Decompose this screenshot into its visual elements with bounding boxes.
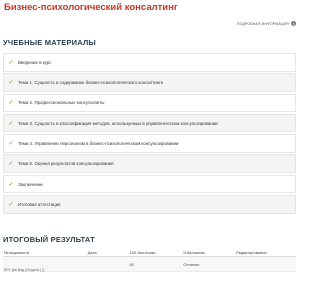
page-title: Бизнес-психологический консалтинг — [4, 2, 178, 13]
page-header: Бизнес-психологический консалтинг ПОДРОБ… — [0, 0, 300, 30]
more-info-link[interactable]: ПОДРОБНАЯ ИНФОРМАЦИЯ i — [237, 21, 296, 26]
material-item-conclusion[interactable]: ✓ Заключение — [3, 174, 296, 194]
materials-section-title: УЧЕБНЫЕ МАТЕРИАЛЫ — [3, 38, 96, 47]
check-icon: ✓ — [8, 80, 14, 87]
check-icon: ✓ — [8, 161, 14, 168]
materials-list: ✓ Введение в курс ✓ Тема 1. Сущность и с… — [3, 53, 296, 215]
more-info-label: ПОДРОБНАЯ ИНФОРМАЦИЯ — [236, 21, 289, 26]
table-cell-score-5: Отлично — [183, 261, 200, 267]
material-item-label: Тема 2. Профессиональные консультанты — [18, 100, 105, 106]
table-cell-score-100: 92 — [129, 261, 135, 267]
material-item-label: Введение в курс — [18, 59, 52, 65]
column-header: № ведомости — [4, 250, 30, 255]
material-item-topic-5[interactable]: ✓ Тема 5. Оценка результатов консультиро… — [3, 154, 296, 173]
material-item-label: Тема 3. Сущность и классификация методов… — [18, 120, 218, 126]
column-header: Редактирование — [236, 250, 267, 255]
material-item-topic-1[interactable]: ✓ Тема 1. Сущность и содержание бизнес-п… — [3, 73, 296, 92]
column-header: 5-балльная — [183, 250, 205, 255]
footnote: КРУ (вп Вод (Отдыха | )) — [4, 268, 45, 272]
table-row: 92 Отлично — [3, 257, 296, 272]
check-icon: ✓ — [8, 100, 14, 107]
column-header: Дата — [87, 250, 97, 255]
material-item-label: Итоговая аттестация — [18, 201, 61, 207]
check-icon: ✓ — [8, 140, 14, 147]
result-table: № ведомости Дата 100-балльная 5-балльная… — [3, 249, 296, 272]
result-table-header: № ведомости Дата 100-балльная 5-балльная… — [3, 249, 296, 257]
check-icon: ✓ — [8, 59, 14, 66]
info-icon: i — [291, 21, 296, 26]
column-header: 100-балльная — [129, 250, 156, 255]
material-item-topic-2[interactable]: ✓ Тема 2. Профессиональные консультанты — [3, 93, 296, 113]
check-icon: ✓ — [8, 120, 14, 127]
result-section-title: ИТОГОВЫЙ РЕЗУЛЬТАТ — [3, 235, 95, 244]
material-item-intro[interactable]: ✓ Введение в курс — [3, 53, 296, 72]
check-icon: ✓ — [8, 201, 14, 208]
material-item-topic-4[interactable]: ✓ Тема 4. Управление персоналом в бизнес… — [3, 134, 296, 153]
material-item-label: Тема 5. Оценка результатов консультирова… — [18, 161, 114, 167]
material-item-topic-3[interactable]: ✓ Тема 3. Сущность и классификация метод… — [3, 113, 296, 133]
material-item-final-attestation[interactable]: ✓ Итоговая аттестация — [3, 195, 296, 214]
material-item-label: Тема 1. Сущность и содержание бизнес-пси… — [18, 80, 164, 86]
material-item-label: Тема 4. Управление персоналом в бизнес-п… — [18, 140, 179, 146]
check-icon: ✓ — [8, 181, 14, 188]
material-item-label: Заключение — [18, 181, 43, 187]
